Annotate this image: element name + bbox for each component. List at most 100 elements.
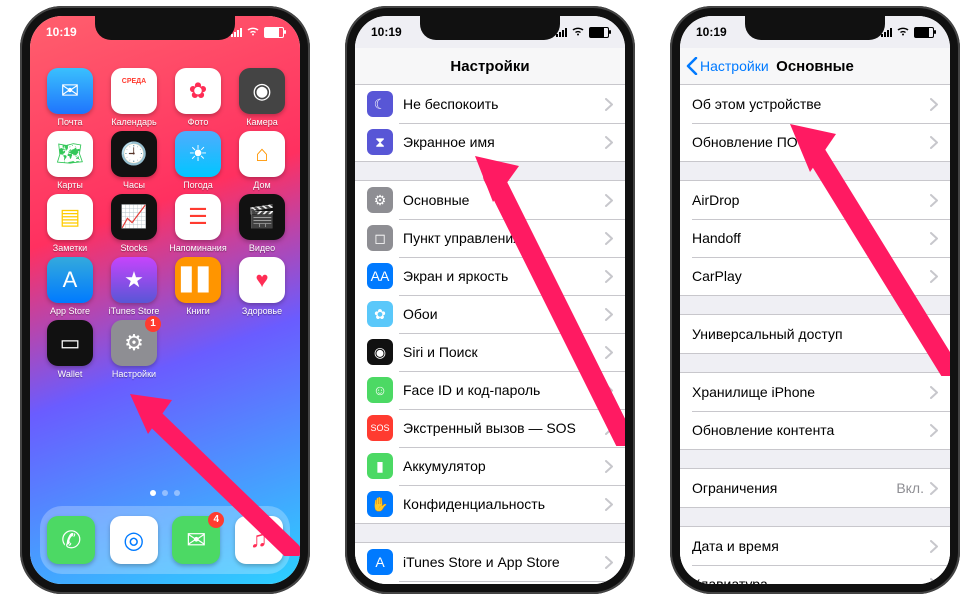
app-заметки[interactable]: ▤Заметки: [40, 194, 100, 253]
app-icon: 📈: [111, 194, 157, 240]
app-label: Карты: [57, 180, 83, 190]
app-здоровье[interactable]: ♥Здоровье: [232, 257, 292, 316]
app-напоминания[interactable]: ☰Напоминания: [168, 194, 228, 253]
row-label: Экранное имя: [403, 134, 605, 150]
settings-row[interactable]: ◉Siri и Поиск: [355, 333, 625, 371]
dock: ✆ ◎ ✉︎4 ♫: [40, 506, 290, 574]
row-label: Face ID и код-пароль: [403, 382, 605, 398]
settings-row[interactable]: Об этом устройстве: [680, 85, 950, 123]
settings-row[interactable]: Обновление контента: [680, 411, 950, 449]
settings-group: ⚙︎Основные ◻︎ Пункт управления AAЭкран и яр…: [355, 180, 625, 524]
nav-back-button[interactable]: Настройки: [686, 48, 769, 84]
settings-row[interactable]: AiTunes Store и App Store: [355, 543, 625, 581]
settings-row[interactable]: ☺ Face ID и код-пароль: [355, 371, 625, 409]
settings-row[interactable]: AAЭкран и яркость: [355, 257, 625, 295]
settings-row[interactable]: AirDrop: [680, 181, 950, 219]
app-камера[interactable]: ◉Камера: [232, 68, 292, 127]
app-itunes store[interactable]: ★ iTunes Store: [104, 257, 164, 316]
app-почта[interactable]: ✉︎Почта: [40, 68, 100, 127]
row-icon: AA: [367, 263, 393, 289]
settings-row[interactable]: Клавиатура: [680, 565, 950, 584]
chevron-right-icon: [930, 98, 938, 111]
app-книги[interactable]: ▋▋Книги: [168, 257, 228, 316]
row-label: Клавиатура: [692, 576, 930, 584]
battery-icon: [264, 27, 284, 38]
row-label: Основные: [403, 192, 605, 208]
app-label: Настройки: [112, 369, 156, 379]
chevron-right-icon: [605, 232, 613, 245]
chevron-right-icon: [930, 386, 938, 399]
settings-row[interactable]: ⚙︎Основные: [355, 181, 625, 219]
settings-group: ОграниченияВкл.: [680, 468, 950, 508]
settings-group: Универсальный доступ: [680, 314, 950, 354]
settings-row[interactable]: Обновление ПО: [680, 123, 950, 161]
notch: [420, 16, 560, 40]
chevron-right-icon: [930, 232, 938, 245]
settings-group: AirDropHandoff CarPlay: [680, 180, 950, 296]
row-label: Обои: [403, 306, 605, 322]
chevron-right-icon: [930, 194, 938, 207]
settings-row[interactable]: ☾Не беспокоить: [355, 85, 625, 123]
app-погода[interactable]: ☀︎ Погода: [168, 131, 228, 190]
settings-row[interactable]: ⧗Экранное имя: [355, 123, 625, 161]
app-icon: ▋▋: [175, 257, 221, 303]
status-time: 10:19: [371, 25, 402, 39]
dock-app-messages[interactable]: ✉︎4: [172, 516, 220, 564]
app-часы[interactable]: 🕘Часы: [104, 131, 164, 190]
app-календарь[interactable]: СРЕДА13Календарь: [104, 68, 164, 127]
settings-row[interactable]: ▭Wallet и Apple Pay: [355, 581, 625, 584]
settings-row[interactable]: SOS Экстренный вызов — SOS: [355, 409, 625, 447]
app-label: Заметки: [53, 243, 87, 253]
app-label: Почта: [58, 117, 83, 127]
settings-row[interactable]: ◻︎ Пункт управления: [355, 219, 625, 257]
app-label: Фото: [188, 117, 209, 127]
app-wallet[interactable]: ▭Wallet: [40, 320, 100, 379]
settings-row[interactable]: CarPlay: [680, 257, 950, 295]
phone-home: 10:19 ✉︎ПочтаСРЕДА13Календарь✿Фото◉Камер…: [20, 6, 310, 594]
app-icon: ☀︎: [175, 131, 221, 177]
chevron-right-icon: [930, 328, 938, 341]
wifi-icon: [571, 25, 585, 39]
dock-app-safari[interactable]: ◎: [110, 516, 158, 564]
row-icon: ✿: [367, 301, 393, 327]
app-фото[interactable]: ✿Фото: [168, 68, 228, 127]
settings-row[interactable]: ✋Конфиденциальность: [355, 485, 625, 523]
calendar-day: 13: [122, 85, 146, 107]
general-list[interactable]: Об этом устройствеОбновление ПО AirDropHa…: [680, 84, 950, 584]
app-label: Напоминания: [169, 243, 226, 253]
app-label: iTunes Store: [109, 306, 160, 316]
status-time: 10:19: [696, 25, 727, 39]
row-label: Пункт управления: [403, 230, 605, 246]
page-indicator[interactable]: [30, 490, 300, 496]
settings-row[interactable]: Handoff: [680, 219, 950, 257]
row-icon: SOS: [367, 415, 393, 441]
app-видео[interactable]: 🎬Видео: [232, 194, 292, 253]
app-карты[interactable]: 🗺Карты: [40, 131, 100, 190]
app-stocks[interactable]: 📈Stocks: [104, 194, 164, 253]
settings-row[interactable]: Универсальный доступ: [680, 315, 950, 353]
app-label: Камера: [246, 117, 277, 127]
dock-app-phone[interactable]: ✆: [47, 516, 95, 564]
row-icon: ☺: [367, 377, 393, 403]
row-label: Хранилище iPhone: [692, 384, 930, 400]
settings-row[interactable]: ▮Аккумулятор: [355, 447, 625, 485]
app-icon: СРЕДА13: [111, 68, 157, 114]
settings-list[interactable]: ☾Не беспокоить⧗Экранное имя ⚙︎Основные ◻︎ П…: [355, 84, 625, 584]
row-icon: ◻︎: [367, 225, 393, 251]
settings-row[interactable]: Хранилище iPhone: [680, 373, 950, 411]
row-label: CarPlay: [692, 268, 930, 284]
app-icon: ★: [111, 257, 157, 303]
row-label: Экстренный вызов — SOS: [403, 420, 605, 436]
chevron-right-icon: [930, 136, 938, 149]
settings-group: Хранилище iPhone Обновление контента: [680, 372, 950, 450]
app-настройки[interactable]: ⚙︎1Настройки: [104, 320, 164, 379]
app-label: Погода: [183, 180, 213, 190]
dock-app-music[interactable]: ♫: [235, 516, 283, 564]
app-дом[interactable]: ⌂Дом: [232, 131, 292, 190]
app-label: Дом: [253, 180, 270, 190]
app-app store[interactable]: AApp Store: [40, 257, 100, 316]
settings-row[interactable]: ОграниченияВкл.: [680, 469, 950, 507]
settings-row[interactable]: ✿ Обои: [355, 295, 625, 333]
settings-row[interactable]: Дата и время: [680, 527, 950, 565]
app-icon: 🕘: [111, 131, 157, 177]
